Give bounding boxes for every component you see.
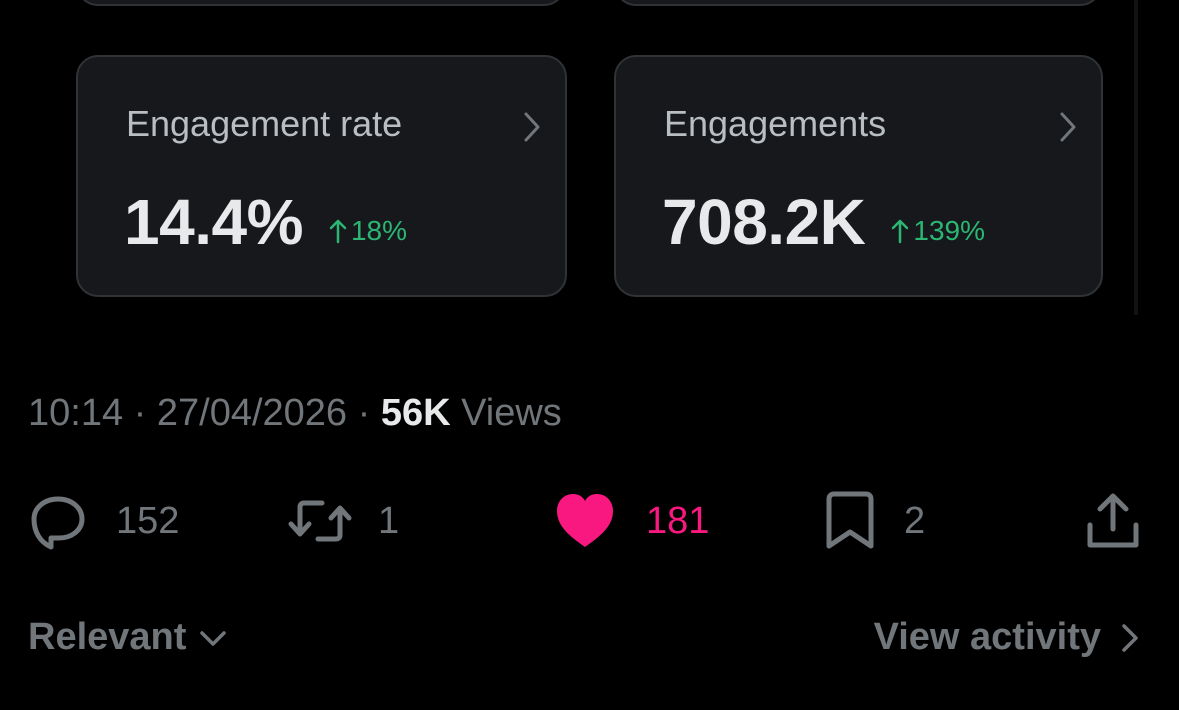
card-value: 708.2K bbox=[662, 186, 866, 258]
delta-badge: 18% bbox=[329, 215, 407, 247]
card-value: 14.4% bbox=[124, 186, 303, 258]
post-date: 27/04/2026 bbox=[156, 392, 348, 434]
separator: · bbox=[133, 392, 147, 434]
analytics-card-partial-right bbox=[614, 0, 1102, 6]
post-meta: 10:14 · 27/04/2026 · 56K Views bbox=[28, 392, 562, 435]
share-icon bbox=[1087, 493, 1139, 548]
like-count: 181 bbox=[646, 499, 710, 542]
scroll-indicator bbox=[1134, 0, 1138, 315]
view-activity-label: View activity bbox=[873, 616, 1101, 658]
arrow-up-icon bbox=[329, 219, 347, 244]
repost-button[interactable]: 1 bbox=[286, 490, 399, 552]
chevron-right-icon bbox=[1122, 623, 1138, 652]
view-activity-link[interactable]: View activity bbox=[874, 616, 1143, 659]
heart-icon bbox=[557, 494, 613, 547]
engagements-card[interactable]: Engagements 708.2K 139% bbox=[614, 55, 1103, 297]
analytics-card-partial-left bbox=[76, 0, 566, 6]
reply-button[interactable]: 152 bbox=[28, 490, 179, 552]
reply-icon bbox=[31, 496, 85, 550]
like-button[interactable]: 181 bbox=[554, 490, 709, 552]
bookmark-icon bbox=[826, 491, 874, 549]
post-time: 10:14 bbox=[28, 392, 124, 434]
sort-replies-dropdown[interactable]: Relevant bbox=[28, 616, 230, 659]
delta-value: 139% bbox=[913, 215, 985, 246]
bookmark-button[interactable]: 2 bbox=[824, 490, 925, 552]
card-label: Engagement rate bbox=[126, 103, 403, 144]
repost-count: 1 bbox=[378, 499, 400, 542]
views-label: Views bbox=[461, 392, 562, 434]
delta-badge: 139% bbox=[891, 215, 985, 247]
share-button[interactable] bbox=[1086, 490, 1140, 552]
arrow-up-icon bbox=[892, 219, 909, 244]
reply-count: 152 bbox=[116, 499, 180, 542]
engagement-rate-card[interactable]: Engagement rate 14.4% 18% bbox=[76, 55, 567, 297]
bookmark-count: 2 bbox=[904, 499, 926, 542]
separator: · bbox=[357, 392, 371, 434]
chevron-down-icon bbox=[200, 630, 227, 646]
card-label: Engagements bbox=[664, 103, 887, 144]
chevron-right-icon bbox=[524, 112, 540, 142]
repost-icon bbox=[288, 500, 352, 542]
sort-label: Relevant bbox=[28, 616, 187, 658]
chevron-right-icon bbox=[1060, 112, 1076, 142]
views-count[interactable]: 56K bbox=[381, 392, 451, 434]
delta-value: 18% bbox=[350, 215, 408, 246]
